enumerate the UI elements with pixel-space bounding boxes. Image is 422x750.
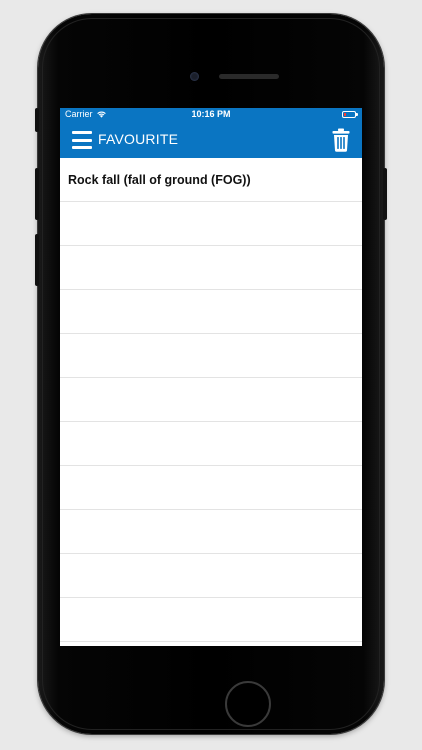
list-item[interactable] [60, 202, 362, 246]
power-button [383, 168, 387, 220]
list-item[interactable] [60, 334, 362, 378]
app-screen: Carrier 10:16 PM FAVOURITE Rock fall (fa… [60, 108, 362, 646]
front-camera [190, 72, 199, 81]
list-item[interactable] [60, 466, 362, 510]
status-time: 10:16 PM [191, 109, 231, 119]
list-item[interactable] [60, 422, 362, 466]
hamburger-menu-icon[interactable] [72, 131, 92, 149]
home-button[interactable] [225, 681, 271, 727]
list-item[interactable] [60, 246, 362, 290]
navigation-bar: FAVOURITE [60, 122, 362, 158]
page-title: FAVOURITE [98, 131, 179, 147]
list-item[interactable] [60, 378, 362, 422]
list-item[interactable] [60, 554, 362, 598]
list-item[interactable] [60, 290, 362, 334]
volume-down-button [35, 234, 39, 286]
status-bar: Carrier 10:16 PM [60, 108, 362, 122]
earpiece-speaker [219, 74, 279, 79]
volume-up-button [35, 168, 39, 220]
list-item[interactable] [60, 642, 362, 646]
list-item[interactable]: Rock fall (fall of ground (FOG)) [60, 158, 362, 202]
trash-icon[interactable] [332, 128, 350, 152]
favourites-list: Rock fall (fall of ground (FOG)) [60, 158, 362, 646]
list-item[interactable] [60, 510, 362, 554]
list-item-title: Rock fall (fall of ground (FOG)) [68, 172, 251, 187]
battery-icon [342, 111, 358, 118]
mute-switch [35, 108, 39, 132]
list-item[interactable] [60, 598, 362, 642]
app-store-screenshot: Carrier 10:16 PM FAVOURITE Rock fall (fa… [0, 0, 422, 750]
